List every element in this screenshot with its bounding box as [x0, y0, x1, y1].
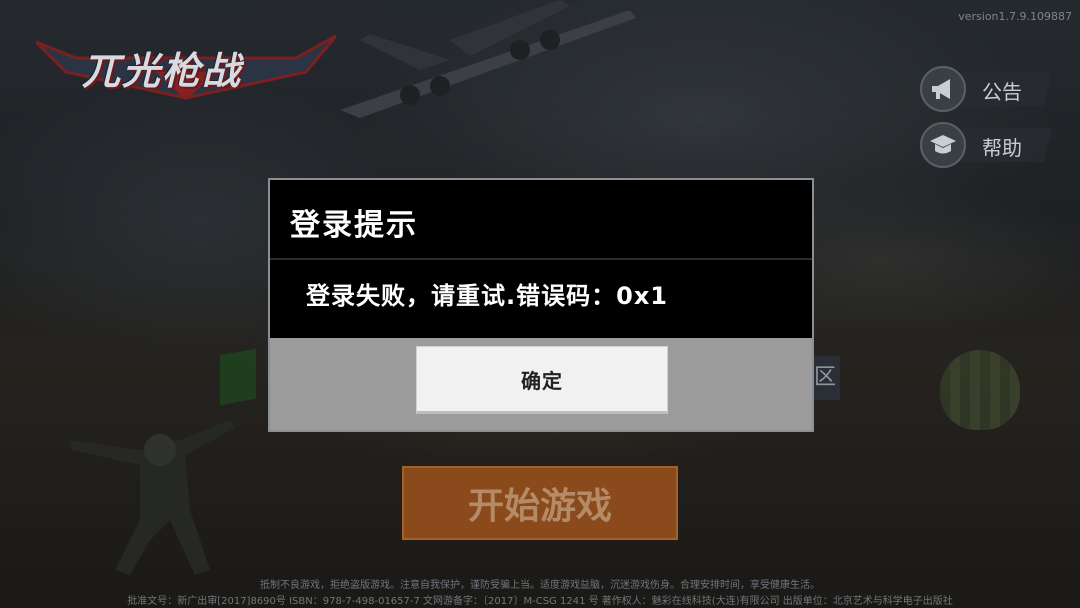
dialog-message: 登录失败，请重试.错误码：0x1	[306, 282, 668, 310]
announcement-label: 公告	[982, 80, 1022, 104]
dialog-title: 登录提示	[290, 208, 418, 243]
help-button[interactable]: 帮助	[920, 122, 1052, 168]
announcement-button[interactable]: 公告	[920, 66, 1052, 112]
login-alert-dialog: 登录提示 登录失败，请重试.错误码：0x1 确定	[268, 178, 814, 432]
zone-tab[interactable]: 区	[810, 356, 840, 400]
dialog-divider	[270, 258, 812, 260]
megaphone-icon	[920, 66, 966, 112]
help-label: 帮助	[982, 136, 1022, 160]
start-game-button[interactable]: 开始游戏	[402, 466, 678, 540]
version-label: version1.7.9.109887	[958, 10, 1072, 23]
graduation-cap-icon	[920, 122, 966, 168]
logo-text: 兀光枪战	[82, 49, 243, 93]
health-notice: 抵制不良游戏，拒绝盗版游戏。注意自我保护，谨防受骗上当。适度游戏益脑，沉迷游戏伤…	[260, 580, 820, 591]
confirm-button[interactable]: 确定	[416, 346, 668, 414]
publishing-info: 批准文号：新广出审[2017]8690号 ISBN：978-7-498-0165…	[127, 596, 953, 607]
